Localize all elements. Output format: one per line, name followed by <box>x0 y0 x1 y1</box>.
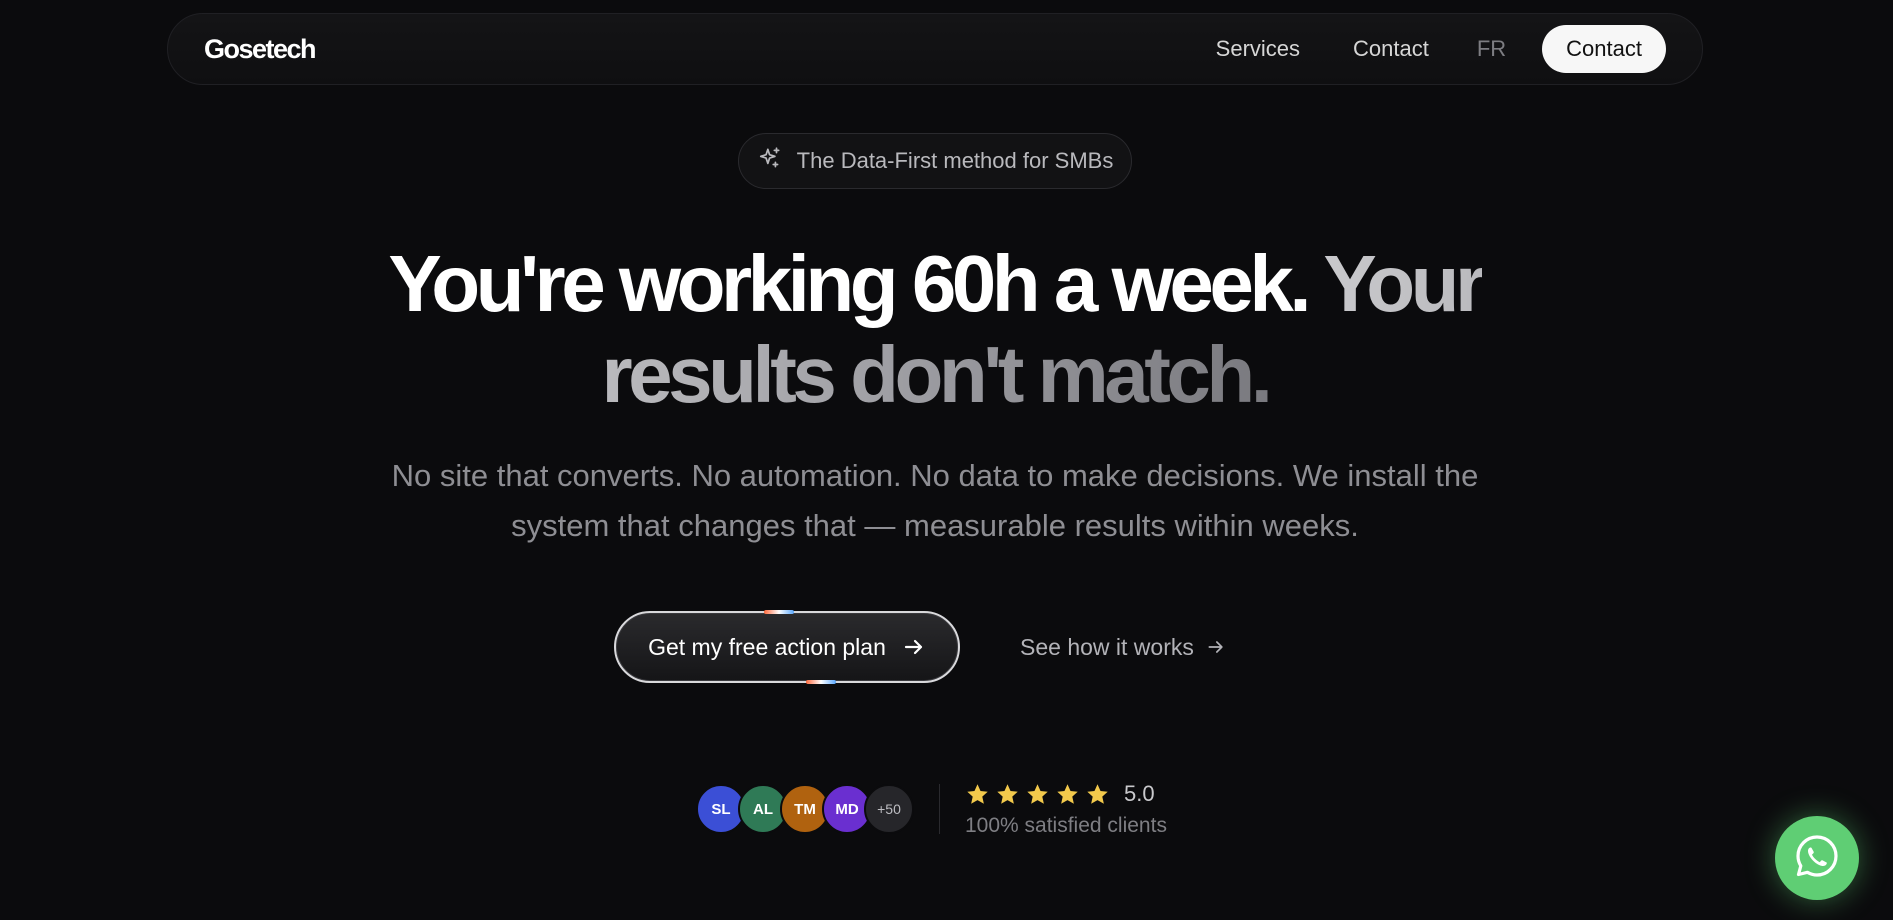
badge-text: The Data-First method for SMBs <box>796 148 1114 173</box>
nav-link-services[interactable]: Services <box>1216 36 1300 62</box>
sparkle-icon <box>757 145 783 177</box>
rating-block: 5.0 100% satisfied clients <box>965 780 1167 838</box>
avatar-count: +50 <box>864 784 914 834</box>
headline-main: You're working 60h a week. <box>388 239 1311 328</box>
language-switch[interactable]: FR <box>1477 36 1506 62</box>
whatsapp-icon <box>1793 832 1841 885</box>
arrow-right-icon <box>902 635 926 659</box>
arrow-right-icon <box>1206 637 1226 657</box>
nav-link-contact[interactable]: Contact <box>1353 36 1429 62</box>
secondary-cta-label: See how it works <box>1020 633 1194 660</box>
contact-button[interactable]: Contact <box>1542 25 1666 73</box>
whatsapp-button[interactable] <box>1775 816 1859 900</box>
stars-row: 5.0 <box>965 780 1167 808</box>
button-glint <box>806 680 836 684</box>
star-icon <box>967 783 988 804</box>
logo[interactable]: Gosetech <box>204 34 317 65</box>
nav-links: Services Contact FR Contact <box>1163 25 1666 73</box>
divider <box>939 784 940 834</box>
star-icon <box>1027 783 1048 804</box>
star-icon <box>1057 783 1078 804</box>
tagline-badge: The Data-First method for SMBs <box>738 133 1132 189</box>
button-glint <box>764 610 794 614</box>
client-avatars: SL AL TM MD +50 <box>696 784 914 834</box>
star-icon <box>997 783 1018 804</box>
hero-subtitle: No site that converts. No automation. No… <box>391 458 1479 543</box>
star-icon <box>1087 783 1108 804</box>
see-how-it-works-link[interactable]: See how it works <box>1020 628 1226 666</box>
rating-caption: 100% satisfied clients <box>965 814 1167 837</box>
star-rating <box>965 782 1110 807</box>
page: Gosetech Services Contact FR Contact The… <box>0 0 1893 920</box>
get-action-plan-button[interactable]: Get my free action plan <box>614 610 960 684</box>
hero-headline: You're working 60h a week. Your results … <box>300 238 1570 420</box>
primary-cta-label: Get my free action plan <box>648 633 886 660</box>
rating-score: 5.0 <box>1124 781 1155 806</box>
top-navbar: Gosetech Services Contact FR Contact <box>167 13 1703 85</box>
